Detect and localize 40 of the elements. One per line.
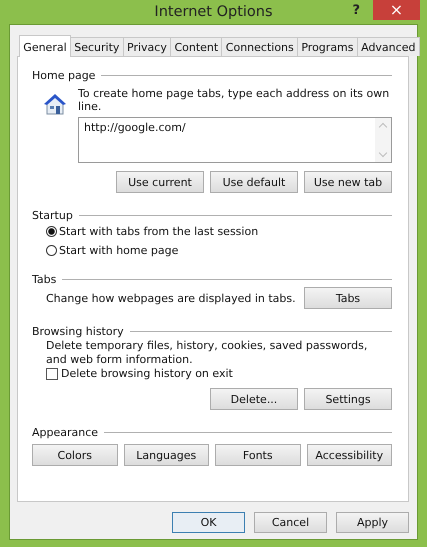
dialog-button[interactable]: Use new tab <box>304 171 392 193</box>
tab[interactable]: General <box>19 35 71 57</box>
tab[interactable]: Privacy <box>122 37 172 56</box>
description-text: Change how webpages are displayed in tabs. <box>46 292 296 304</box>
scroll-bar[interactable] <box>375 118 391 162</box>
tab[interactable]: Content <box>170 37 222 56</box>
checkbox-label: Delete browsing history on exit <box>61 367 233 380</box>
dialog-button[interactable]: Fonts <box>215 444 300 466</box>
dialog-button[interactable]: Delete... <box>210 388 298 410</box>
dialog-button[interactable]: Colors <box>32 444 118 466</box>
description-text: Delete temporary files, history, cookies, saved passwords, and web form information. <box>45 339 368 367</box>
tab[interactable]: Connections <box>221 37 298 56</box>
dialog-button[interactable]: Accessibility <box>306 444 392 466</box>
section-heading: Home page <box>32 68 96 82</box>
instruction-text: To create home page tabs, type each address on its own line. <box>78 87 390 113</box>
dialog-button[interactable]: Languages <box>124 444 209 466</box>
home-page-field[interactable]: http://google.com/ <box>78 117 392 163</box>
dialog-button[interactable]: Settings <box>304 388 392 410</box>
close-button[interactable]: × <box>373 0 420 20</box>
dialog-button[interactable]: Use default <box>210 171 298 193</box>
section-heading: Appearance <box>32 426 98 438</box>
house-icon <box>42 91 68 117</box>
tab[interactable]: Security <box>70 37 124 56</box>
tab[interactable]: Programs <box>297 37 358 56</box>
radio-button[interactable] <box>46 245 57 256</box>
section-heading: Browsing history <box>32 324 124 338</box>
dialog-button[interactable]: Use current <box>116 171 204 193</box>
dialog-button[interactable]: Cancel <box>254 512 327 533</box>
window-title: Internet Options <box>154 4 273 20</box>
section-heading: Startup <box>32 208 73 222</box>
checkbox[interactable] <box>46 368 58 380</box>
section-heading: Tabs <box>32 272 56 286</box>
dialog-button[interactable]: Tabs <box>304 287 392 309</box>
help-button[interactable]: ? <box>348 0 364 20</box>
radio-label: Start with home page <box>59 244 178 257</box>
radio-label: Start with tabs from the last session <box>59 225 258 238</box>
radio-button[interactable] <box>46 226 57 237</box>
dialog-button[interactable]: OK <box>172 512 245 533</box>
tab[interactable]: Advanced <box>356 37 420 56</box>
dialog-button[interactable]: Apply <box>336 512 409 533</box>
